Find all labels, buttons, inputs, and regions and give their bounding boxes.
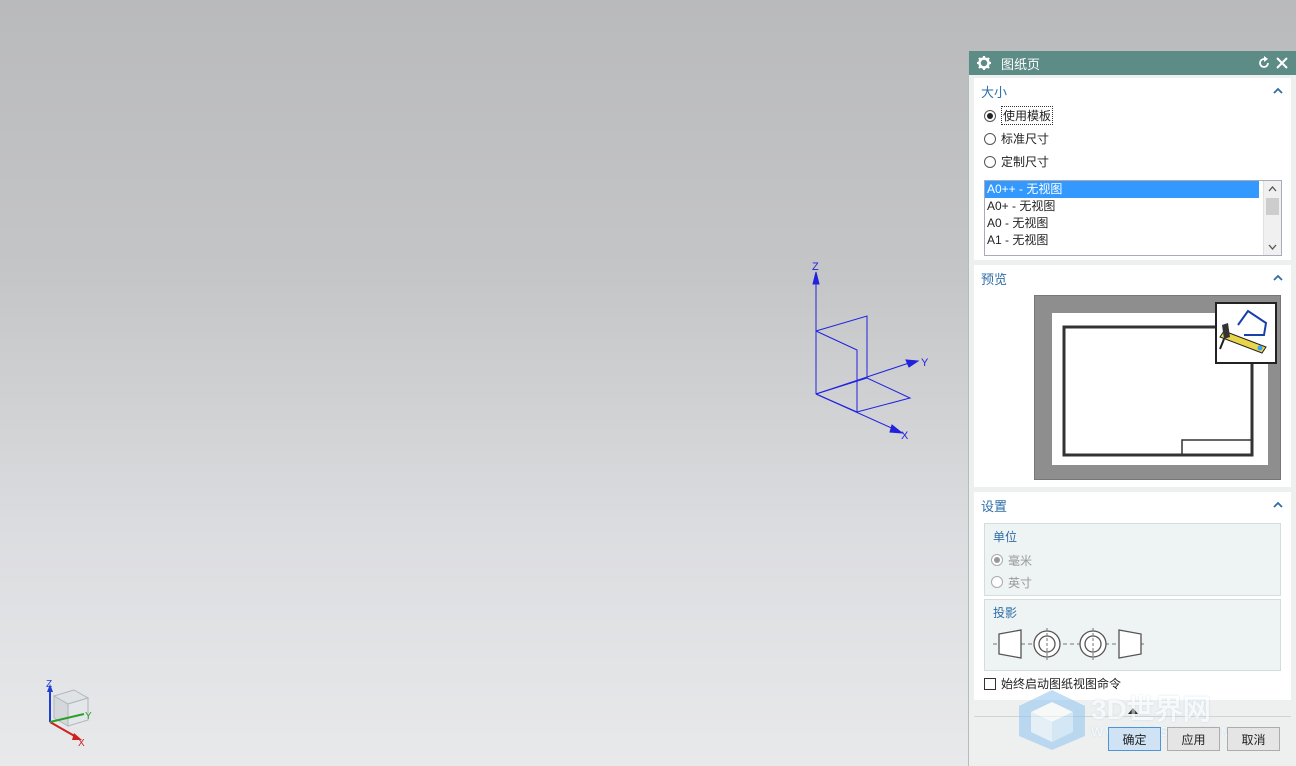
checkbox-label: 始终启动图纸视图命令 bbox=[1001, 677, 1122, 691]
radio-button[interactable] bbox=[984, 132, 996, 145]
radio-button[interactable] bbox=[984, 155, 996, 168]
radio-label: 英寸 bbox=[1008, 575, 1033, 590]
radio-label: 定制尺寸 bbox=[1001, 155, 1050, 169]
wcs-y-label: Y bbox=[921, 357, 929, 369]
projection-title: 投影 bbox=[993, 606, 1018, 620]
radio-label: 标准尺寸 bbox=[1001, 132, 1050, 146]
chevron-up-icon[interactable] bbox=[1272, 272, 1284, 284]
list-item[interactable]: A0+ - 无视图 bbox=[985, 198, 1259, 215]
view-triad: Z Y X bbox=[46, 679, 92, 749]
units-group: 单位 毫米 英寸 bbox=[984, 523, 1281, 596]
settings-section: 设置 单位 毫米 英寸 投影 始终启动图纸视图命令 bbox=[974, 492, 1291, 700]
radio-use-template[interactable]: 使用模板 bbox=[974, 104, 1291, 127]
radio-button[interactable] bbox=[984, 109, 996, 122]
radio-custom-size[interactable]: 定制尺寸 bbox=[974, 150, 1291, 173]
wcs-axes: Z Y X bbox=[812, 261, 929, 442]
apply-button[interactable]: 应用 bbox=[1167, 727, 1220, 751]
projection-group: 投影 bbox=[984, 599, 1281, 671]
triad-y-label: Y bbox=[85, 711, 92, 722]
radio-millimeter: 毫米 bbox=[985, 549, 1280, 571]
preview-section-title: 预览 bbox=[981, 271, 1008, 287]
list-item[interactable]: A0 - 无视图 bbox=[985, 215, 1259, 232]
scroll-thumb[interactable] bbox=[1266, 198, 1279, 215]
triad-z-label: Z bbox=[46, 679, 52, 690]
triad-x-label: X bbox=[78, 738, 85, 749]
scroll-up-icon[interactable] bbox=[1264, 181, 1281, 197]
checkbox[interactable] bbox=[984, 677, 996, 690]
chevron-up-icon[interactable] bbox=[1272, 85, 1284, 97]
close-icon[interactable] bbox=[1273, 54, 1291, 72]
radio-inch: 英寸 bbox=[985, 571, 1280, 593]
first-angle-projection-icon[interactable] bbox=[1077, 628, 1167, 664]
radio-button bbox=[991, 576, 1003, 588]
preview-section-header[interactable]: 预览 bbox=[974, 265, 1291, 291]
preview-section: 预览 bbox=[974, 265, 1291, 487]
settings-section-header[interactable]: 设置 bbox=[974, 492, 1291, 518]
expand-more-icon[interactable] bbox=[1127, 707, 1139, 715]
graphics-viewport[interactable]: Z Y X Z Y X bbox=[0, 0, 966, 766]
gear-icon bbox=[975, 54, 993, 72]
cancel-button[interactable]: 取消 bbox=[1227, 727, 1280, 751]
reset-icon[interactable] bbox=[1255, 54, 1273, 72]
radio-button bbox=[991, 554, 1003, 566]
third-angle-projection-icon[interactable] bbox=[993, 628, 1083, 664]
always-start-checkbox-row[interactable]: 始终启动图纸视图命令 bbox=[974, 672, 1121, 695]
list-item[interactable]: A1 - 无视图 bbox=[985, 232, 1259, 249]
drawing-sheet-dialog: 图纸页 大小 使用模板 标准尺寸 定制尺寸 A0++ - 无视图 A0+ - 无… bbox=[968, 51, 1296, 766]
scroll-down-icon[interactable] bbox=[1264, 239, 1281, 255]
units-title: 单位 bbox=[993, 530, 1018, 544]
sheet-preview bbox=[1034, 295, 1281, 480]
radio-label: 毫米 bbox=[1008, 553, 1033, 568]
chevron-up-icon[interactable] bbox=[1272, 499, 1284, 511]
template-list[interactable]: A0++ - 无视图 A0+ - 无视图 A0 - 无视图 A1 - 无视图 bbox=[984, 180, 1282, 256]
list-scrollbar[interactable] bbox=[1263, 181, 1281, 255]
size-section-title: 大小 bbox=[981, 84, 1008, 100]
drawing-tool-icon bbox=[1215, 302, 1277, 364]
wcs-z-label: Z bbox=[812, 261, 819, 273]
dialog-titlebar: 图纸页 bbox=[969, 51, 1296, 75]
radio-label: 使用模板 bbox=[1001, 106, 1054, 125]
wcs-x-label: X bbox=[901, 430, 909, 442]
settings-section-title: 设置 bbox=[981, 498, 1008, 514]
size-section-header[interactable]: 大小 bbox=[974, 78, 1291, 104]
footer-divider bbox=[974, 716, 1291, 717]
ok-button[interactable]: 确定 bbox=[1108, 727, 1161, 751]
size-section: 大小 使用模板 标准尺寸 定制尺寸 A0++ - 无视图 A0+ - 无视图 A… bbox=[974, 78, 1291, 260]
list-item[interactable]: A0++ - 无视图 bbox=[985, 181, 1259, 198]
dialog-title: 图纸页 bbox=[1001, 56, 1041, 72]
radio-standard-size[interactable]: 标准尺寸 bbox=[974, 127, 1291, 150]
